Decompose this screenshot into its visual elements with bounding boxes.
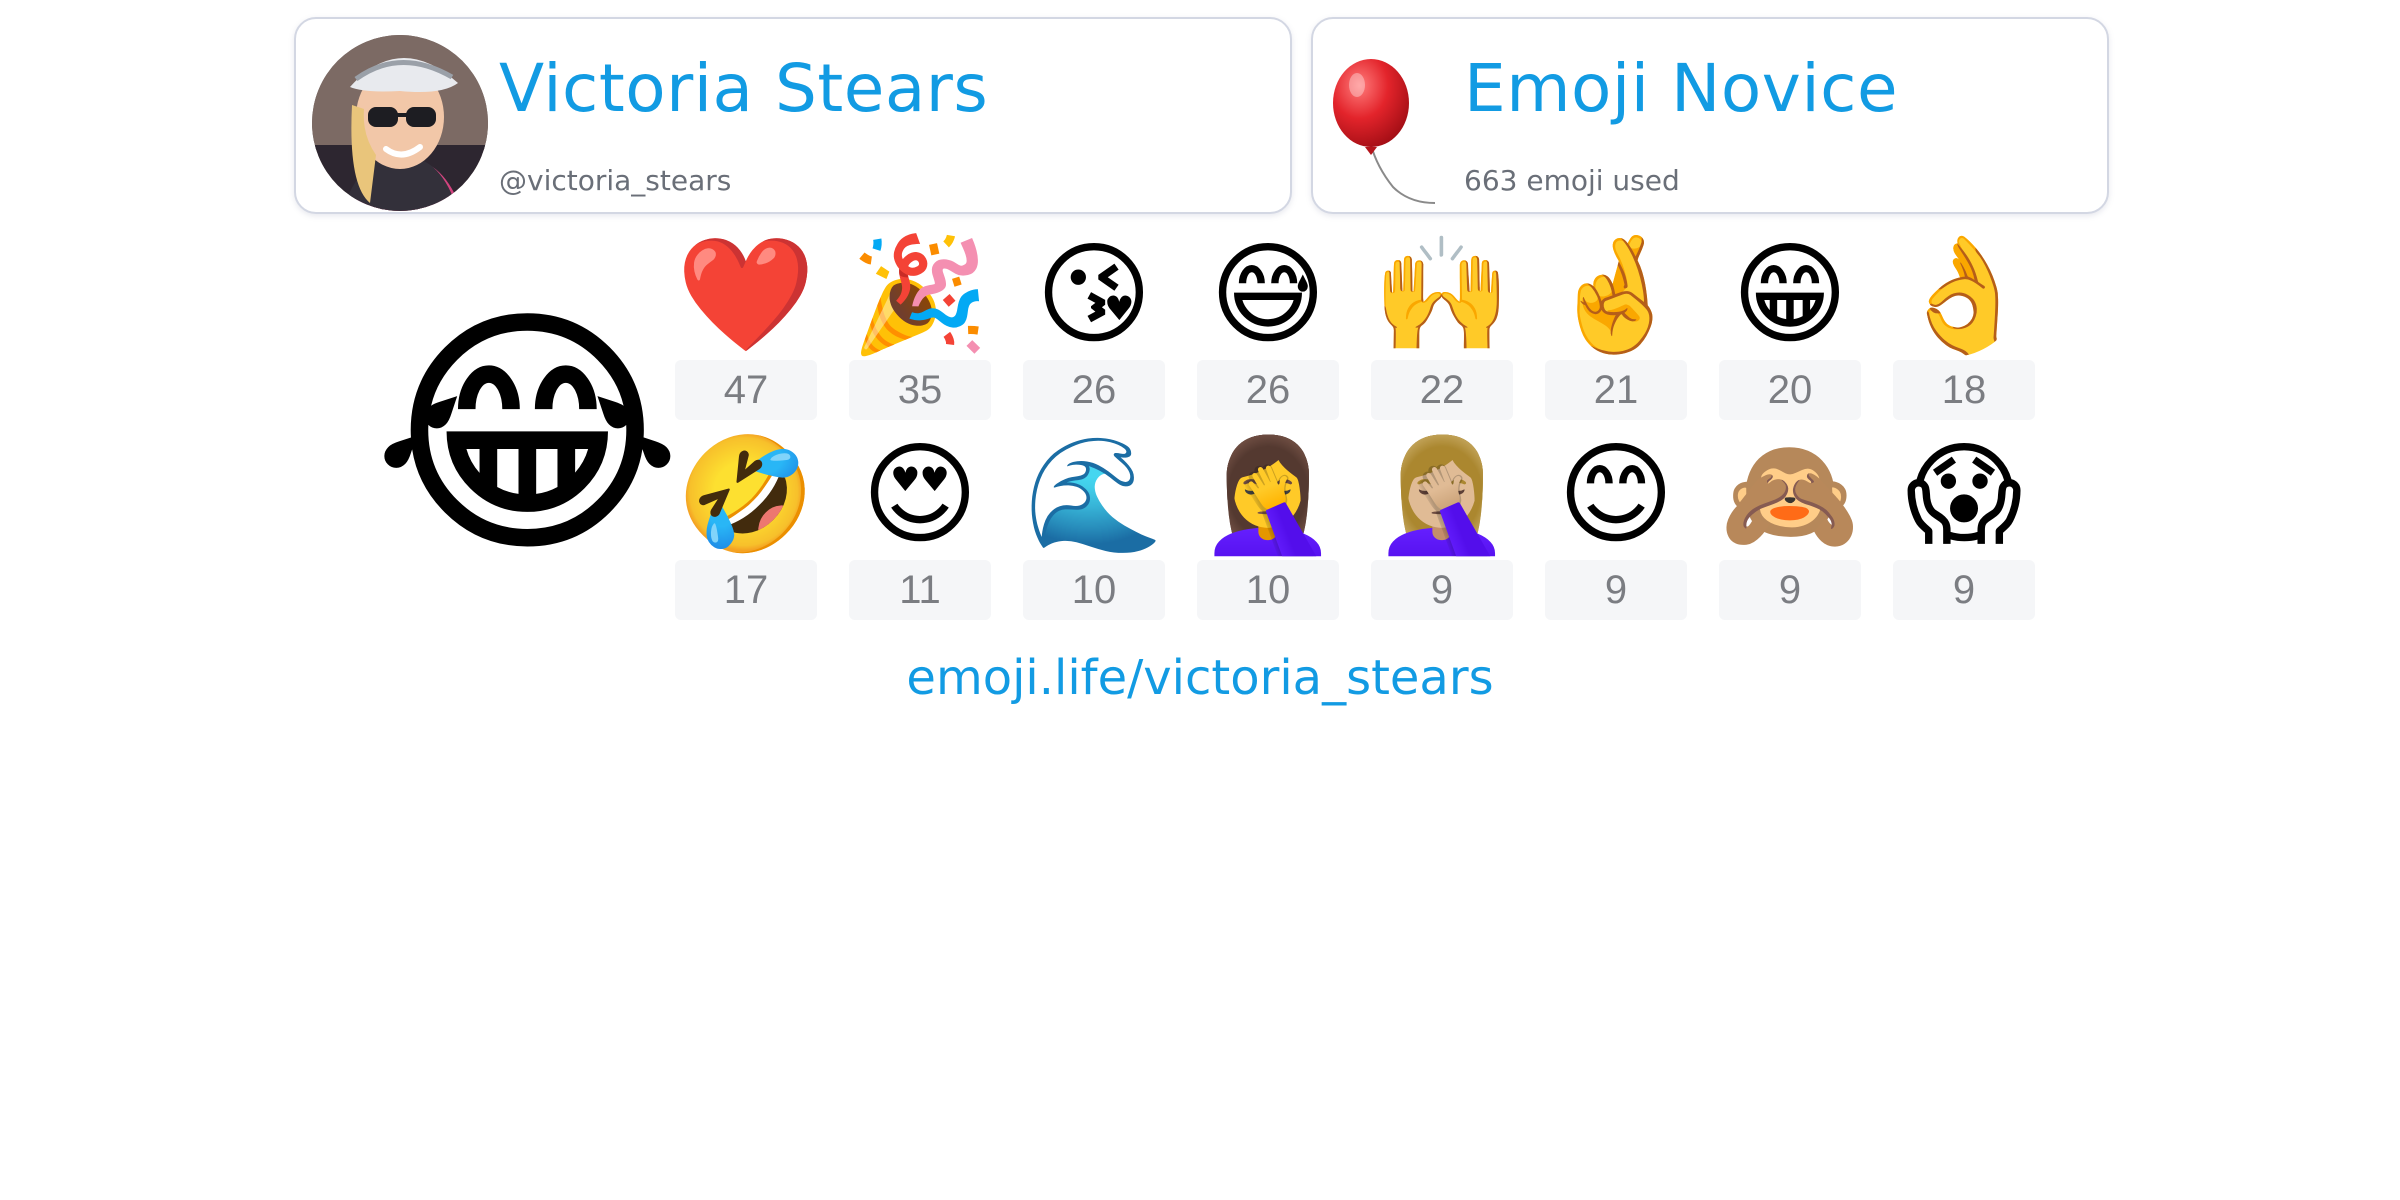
emoji-count: 35 xyxy=(849,360,991,420)
emoji-stat: 🎉 35 xyxy=(849,230,991,420)
emoji-glyph: 👌 xyxy=(1894,230,2034,360)
emoji-glyph: 🤣 xyxy=(676,430,816,560)
rank-title: Emoji Novice xyxy=(1464,50,1899,127)
emoji-glyph: 🙌 xyxy=(1372,230,1512,360)
top-emoji: 😂 xyxy=(372,280,683,590)
profile-name: Victoria Stears xyxy=(499,50,989,127)
emoji-count: 9 xyxy=(1545,560,1687,620)
emoji-glyph: 😊 xyxy=(1557,430,1675,560)
emoji-count: 20 xyxy=(1719,360,1861,420)
emoji-glyph: 🤞 xyxy=(1546,230,1686,360)
emoji-count: 9 xyxy=(1371,560,1513,620)
emoji-count: 47 xyxy=(675,360,817,420)
emoji-count: 9 xyxy=(1719,560,1861,620)
emoji-count: 9 xyxy=(1893,560,2035,620)
emoji-glyph: 🌊 xyxy=(1024,430,1164,560)
emoji-stat: 😍 11 xyxy=(849,430,991,620)
emoji-glyph: 😅 xyxy=(1209,230,1327,360)
balloon-icon xyxy=(1333,59,1436,204)
emoji-count: 22 xyxy=(1371,360,1513,420)
emoji-count: 18 xyxy=(1893,360,2035,420)
emoji-glyph: 🎉 xyxy=(850,230,990,360)
emoji-count: 21 xyxy=(1545,360,1687,420)
emoji-stat: 🤦🏼‍♀️ 9 xyxy=(1371,430,1513,620)
emoji-stat: 😊 9 xyxy=(1545,430,1687,620)
profile-link[interactable]: emoji.life/victoria_stears xyxy=(0,648,2400,708)
emoji-count: 10 xyxy=(1197,560,1339,620)
avatar-photo xyxy=(312,35,488,211)
emoji-stat: 😱 9 xyxy=(1893,430,2035,620)
emoji-glyph: 😱 xyxy=(1905,430,2023,560)
emoji-stat: 🤞 21 xyxy=(1545,230,1687,420)
emoji-usage-count: 663 emoji used xyxy=(1464,164,1680,197)
avatar[interactable] xyxy=(312,35,488,211)
emoji-stat: 😅 26 xyxy=(1197,230,1339,420)
rank-card: Emoji Novice 663 emoji used xyxy=(1311,17,2109,214)
emoji-stat: 👌 18 xyxy=(1893,230,2035,420)
emoji-count: 11 xyxy=(849,560,991,620)
emoji-glyph: 😘 xyxy=(1035,230,1153,360)
emoji-glyph: 😍 xyxy=(861,430,979,560)
profile-card: Victoria Stears @victoria_stears xyxy=(294,17,1292,214)
emoji-stat: 🙈 9 xyxy=(1719,430,1861,620)
emoji-glyph: 🤦🏼‍♀️ xyxy=(1372,430,1512,560)
emoji-count: 26 xyxy=(1197,360,1339,420)
emoji-stat: 😘 26 xyxy=(1023,230,1165,420)
emoji-stat: ❤️ 47 xyxy=(675,230,817,420)
emoji-count: 26 xyxy=(1023,360,1165,420)
emoji-stat: 🌊 10 xyxy=(1023,430,1165,620)
emoji-glyph: ❤️ xyxy=(676,230,816,360)
emoji-glyph: 🤦‍♀️ xyxy=(1198,430,1338,560)
emoji-count: 10 xyxy=(1023,560,1165,620)
emoji-stat: 🤣 17 xyxy=(675,430,817,620)
emoji-glyph: 😁 xyxy=(1731,230,1849,360)
emoji-stat: 😁 20 xyxy=(1719,230,1861,420)
emoji-stat: 🤦‍♀️ 10 xyxy=(1197,430,1339,620)
emoji-count: 17 xyxy=(675,560,817,620)
emoji-glyph: 🙈 xyxy=(1720,430,1860,560)
emoji-stat: 🙌 22 xyxy=(1371,230,1513,420)
profile-handle: @victoria_stears xyxy=(499,164,732,197)
